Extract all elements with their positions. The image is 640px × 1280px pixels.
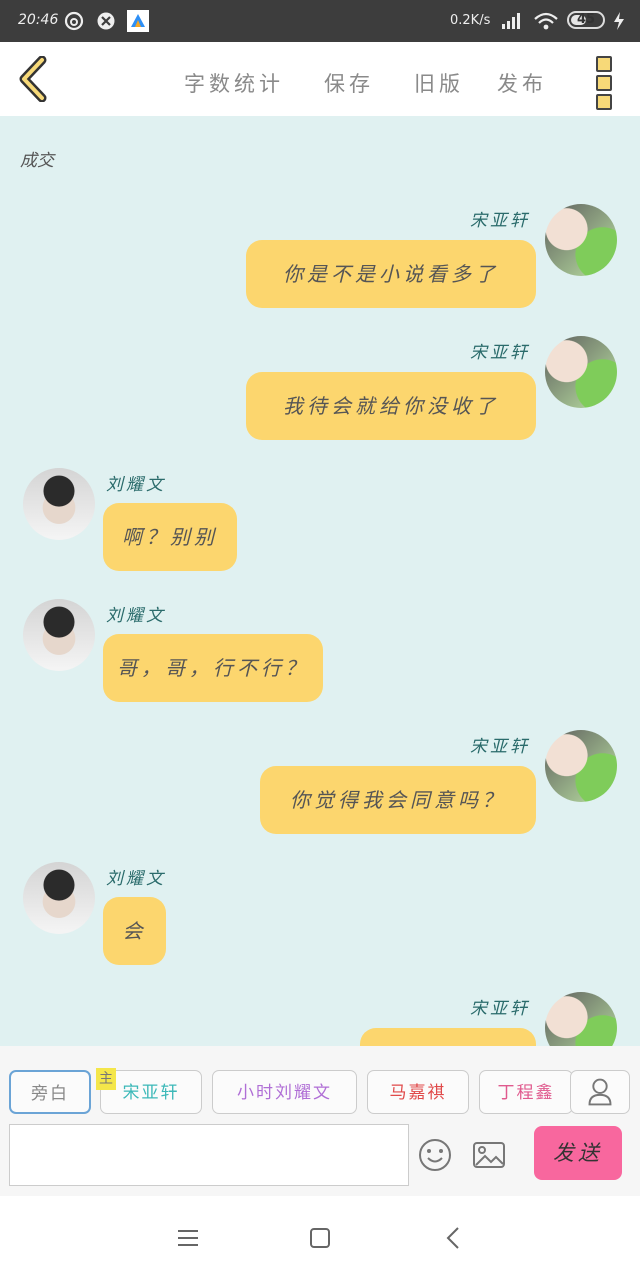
message-bubble[interactable]: 啊？别别 — [103, 503, 237, 571]
role-ma-jiaqi-button[interactable]: 马嘉祺 — [367, 1070, 469, 1114]
sender-name: 宋亚轩 — [470, 737, 530, 757]
role-liu-yaowen-button[interactable]: 小时刘耀文 — [212, 1070, 357, 1114]
publish-button[interactable]: 发布 — [497, 68, 547, 98]
main-role-badge: 主 — [96, 1068, 116, 1090]
sender-name: 宋亚轩 — [470, 999, 530, 1019]
network-speed: 0.2K/s — [450, 13, 491, 28]
message-input[interactable] — [9, 1124, 409, 1186]
home-icon[interactable] — [306, 1224, 334, 1252]
sender-name: 刘耀文 — [106, 475, 166, 495]
narration-text: 成交 — [20, 151, 54, 171]
battery-indicator: 45 — [567, 11, 605, 29]
battery-level: 45 — [576, 12, 596, 27]
save-button[interactable]: 保存 — [324, 68, 374, 98]
avatar[interactable] — [23, 599, 95, 671]
message-bubble[interactable]: 我待会就给你没收了 — [246, 372, 536, 440]
avatar[interactable] — [23, 468, 95, 540]
role-ding-chengxin-button[interactable]: 丁程鑫 — [479, 1070, 573, 1114]
smile-icon[interactable] — [418, 1138, 452, 1172]
app-store-icon — [127, 10, 149, 32]
sender-name: 刘耀文 — [106, 606, 166, 626]
back-icon[interactable] — [16, 56, 52, 102]
editor-toolbar: 字数统计 保存 旧版 发布 — [0, 42, 640, 116]
message-bubble[interactable]: 哥，哥，行不行？ — [103, 634, 323, 702]
more-menu-icon[interactable] — [596, 56, 614, 110]
sender-name: 宋亚轩 — [470, 211, 530, 231]
wifi-icon — [534, 12, 558, 30]
message-bubble[interactable]: 会 — [103, 897, 166, 965]
back-nav-icon[interactable] — [440, 1224, 468, 1252]
avatar[interactable] — [545, 336, 617, 408]
image-icon[interactable] — [472, 1138, 506, 1172]
menu-icon[interactable] — [174, 1224, 202, 1252]
app-icon — [97, 12, 115, 30]
message-bubble[interactable]: 你是不是小说看多了 — [246, 240, 536, 308]
system-nav-bar — [0, 1196, 640, 1280]
message-bubble[interactable] — [360, 1028, 536, 1046]
chat-area[interactable]: 成交 宋亚轩 你是不是小说看多了 宋亚轩 我待会就给你没收了 刘耀文 啊？别别 … — [0, 116, 640, 1046]
person-icon — [588, 1078, 612, 1106]
netease-music-icon — [64, 11, 84, 31]
avatar[interactable] — [23, 862, 95, 934]
charging-icon — [614, 12, 624, 30]
send-button[interactable]: 发送 — [534, 1126, 622, 1180]
signal-icon — [502, 13, 520, 29]
avatar[interactable] — [545, 730, 617, 802]
old-version-button[interactable]: 旧版 — [414, 68, 464, 98]
sender-name: 刘耀文 — [106, 869, 166, 889]
message-bubble[interactable]: 你觉得我会同意吗？ — [260, 766, 536, 834]
word-count-button[interactable]: 字数统计 — [184, 68, 284, 98]
role-narration-button[interactable]: 旁白 — [9, 1070, 91, 1114]
status-time: 20:46 — [18, 12, 59, 28]
avatar[interactable] — [545, 204, 617, 276]
avatar[interactable] — [545, 992, 617, 1046]
sender-name: 宋亚轩 — [470, 343, 530, 363]
status-bar: 20:46 0.2K/s 45 — [0, 0, 640, 42]
add-role-button[interactable] — [570, 1070, 630, 1114]
